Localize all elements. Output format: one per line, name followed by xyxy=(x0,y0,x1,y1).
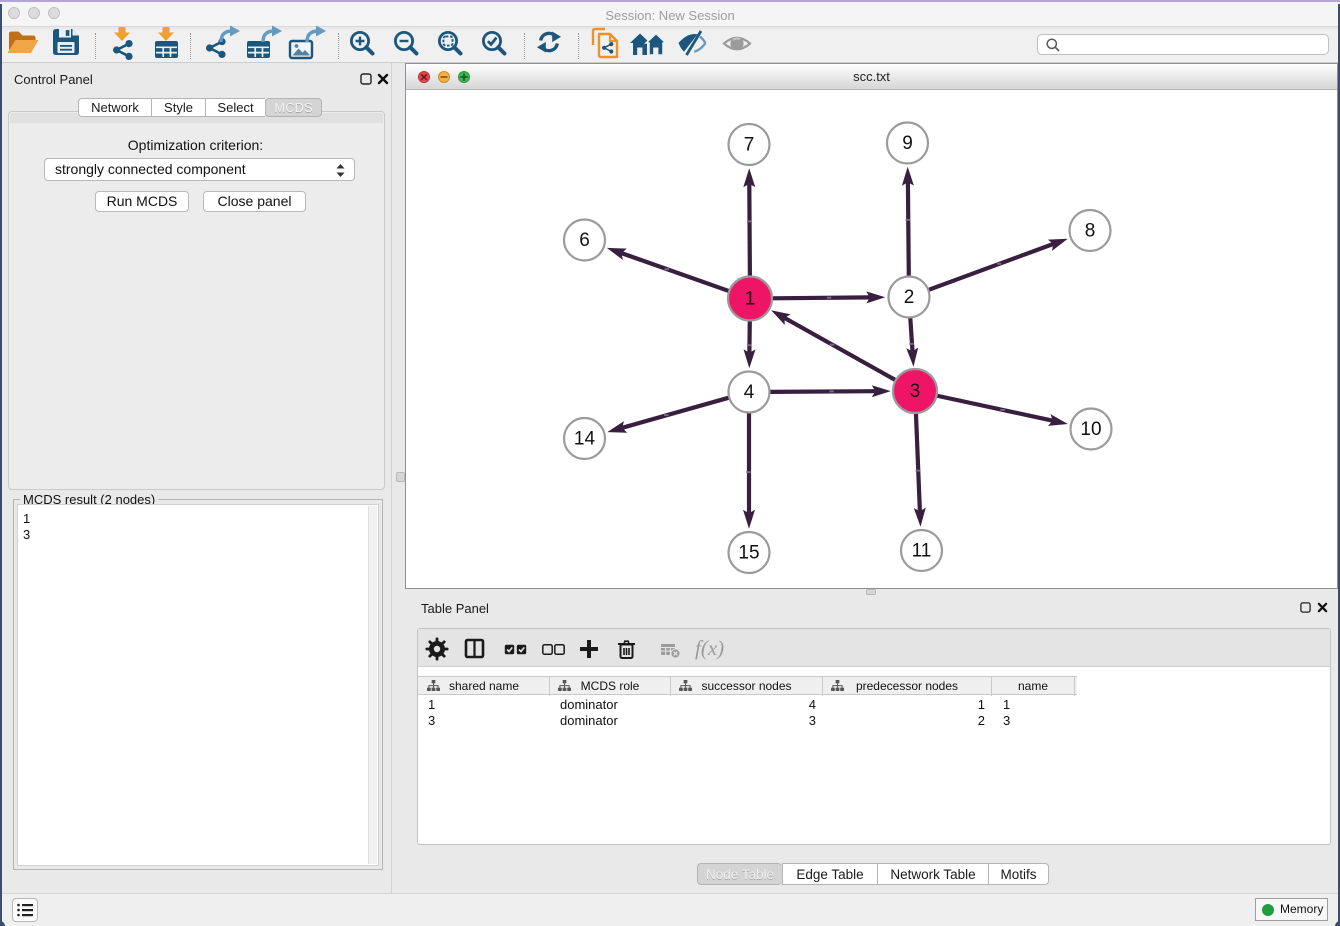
svg-text:8: 8 xyxy=(1085,221,1096,242)
svg-text:7: 7 xyxy=(744,135,755,156)
svg-text:4: 4 xyxy=(744,382,755,403)
svg-text:2: 2 xyxy=(904,287,915,308)
svg-text:14: 14 xyxy=(574,429,596,450)
svg-text:15: 15 xyxy=(738,543,759,564)
svg-text:10: 10 xyxy=(1080,419,1101,440)
svg-text:f(x): f(x) xyxy=(695,636,724,660)
svg-text:6: 6 xyxy=(579,230,590,251)
svg-text:1: 1 xyxy=(745,289,756,310)
svg-text:9: 9 xyxy=(902,133,913,154)
svg-text:11: 11 xyxy=(912,541,932,562)
svg-text:3: 3 xyxy=(910,381,921,402)
